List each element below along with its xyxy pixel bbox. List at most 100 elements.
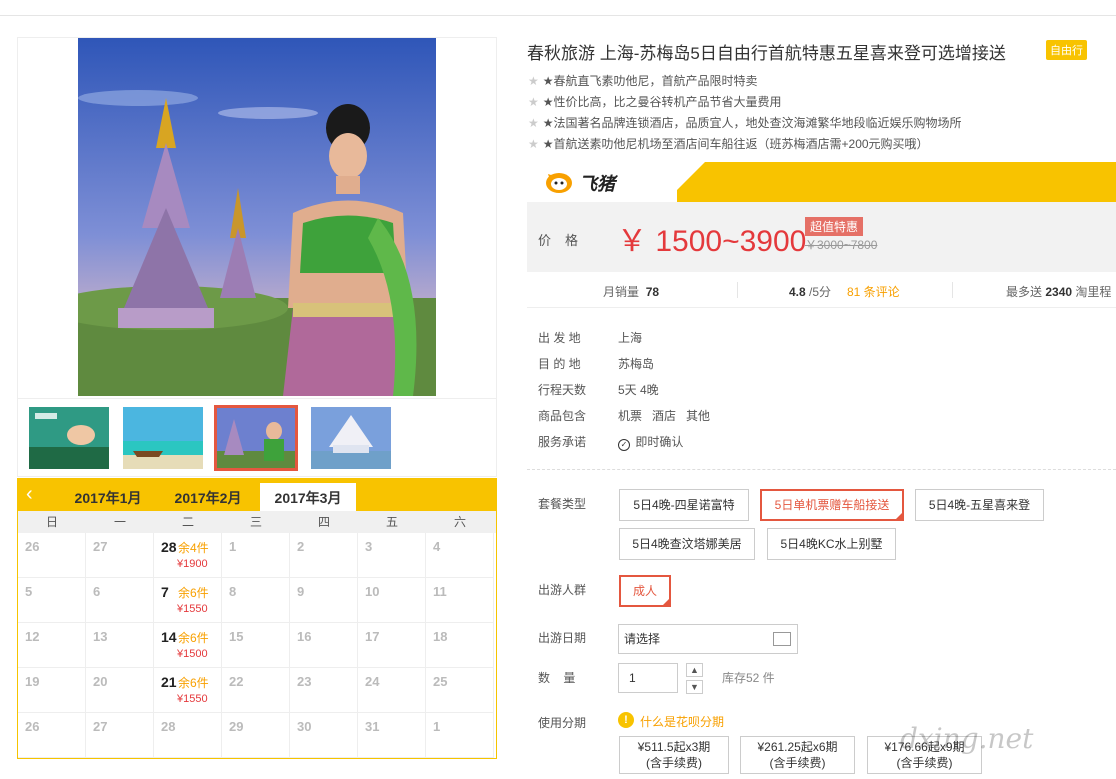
reviews-link[interactable]: 81 条评论 [847, 283, 900, 300]
calendar-day: 8 [222, 578, 290, 623]
day-number: 7 [161, 584, 169, 600]
date-input[interactable]: 请选择 [618, 624, 798, 654]
quantity-increase-icon[interactable]: ▲ [686, 663, 703, 677]
calendar-day: 3 [358, 533, 426, 578]
calendar-day: 6 [86, 578, 154, 623]
calendar-day: 29 [222, 713, 290, 758]
help-icon[interactable]: ! [618, 712, 634, 728]
calendar-tab-jan[interactable]: 2017年1月 [60, 483, 156, 511]
day-number: 4 [433, 539, 441, 554]
package-option-1[interactable]: 5日4晚-四星诺富特 [619, 489, 749, 521]
calendar-day: 26 [18, 533, 86, 578]
calendar-prev-icon[interactable]: ‹ [26, 482, 46, 506]
price-range: ￥ 1500~3900 [617, 225, 807, 258]
calendar-day: 9 [290, 578, 358, 623]
product-title: 春秋旅游 上海-苏梅岛5日自由行首航特惠五星喜来登可选增接送 [527, 44, 1006, 63]
day-price: ¥1900 [177, 558, 208, 570]
calendar-day-available[interactable]: 21 余6件 ¥1550 [154, 668, 222, 713]
star-icon: ★ [528, 95, 539, 109]
calendar-day: 18 [426, 623, 494, 668]
package-option-2-selected[interactable]: 5日单机票赠车船接送 [760, 489, 904, 521]
calendar-tab-mar[interactable]: 2017年3月 [260, 483, 356, 511]
day-price: ¥1500 [177, 648, 208, 660]
info-label-duration: 行程天数 [538, 383, 587, 397]
weekday-label: 三 [249, 515, 262, 529]
day-number: 13 [93, 629, 108, 644]
calendar-day: 25 [426, 668, 494, 713]
info-value-includes: 机票 酒店 其他 [618, 409, 711, 423]
rating: 4.8 /5分 [789, 285, 832, 299]
info-label-service: 服务承诺 [538, 435, 587, 449]
day-number: 28 [161, 719, 176, 734]
feature-3: ★ ★法国著名品牌连锁酒店，品质宜人，地处查汶海滩繁华地段临近娱乐购物场所 [528, 116, 962, 130]
day-price: ¥1550 [177, 693, 208, 705]
day-number: 1 [229, 539, 237, 554]
calendar-header: ‹ 2017年1月 2017年2月 2017年3月 [18, 479, 496, 511]
calendar-day-available[interactable]: 14 余6件 ¥1500 [154, 623, 222, 668]
info-value-destination: 苏梅岛 [618, 357, 655, 371]
calendar-day: 11 [426, 578, 494, 623]
product-type-badge: 自由行 [1046, 40, 1087, 60]
calendar-day: 24 [358, 668, 426, 713]
day-number: 2 [297, 539, 305, 554]
star-icon: ★ [528, 74, 539, 88]
feature-4: ★ ★首航送素叻他尼机场至酒店间车船往返（班苏梅酒店需+200元购买哦） [528, 137, 929, 151]
day-number: 28 [161, 539, 177, 555]
weekday-label: 六 [453, 515, 466, 529]
installment-option-3[interactable]: ¥511.5起x3期 (含手续费) [619, 736, 729, 774]
day-number: 8 [229, 584, 237, 599]
star-icon: ★ [528, 116, 539, 130]
calendar-day-available[interactable]: 28 余4件 ¥1900 [154, 533, 222, 578]
day-number: 12 [25, 629, 40, 644]
thumbnail-1[interactable] [29, 407, 109, 469]
package-option-5[interactable]: 5日4晚KC水上别墅 [767, 528, 896, 560]
package-option-4[interactable]: 5日4晚查汶塔娜美居 [619, 528, 755, 560]
calendar-day: 4 [426, 533, 494, 578]
day-number: 15 [229, 629, 244, 644]
day-number: 27 [93, 539, 108, 554]
day-number: 20 [93, 674, 108, 689]
calendar-grid: 26 27 28 余4件 ¥1900 1 2 3 4 5 6 7 余6件 ¥1550 8 9 10 11 12 13 1… [18, 533, 496, 758]
calendar-icon[interactable] [773, 632, 791, 646]
thumbnail-2[interactable] [123, 407, 203, 469]
day-number: 21 [161, 674, 177, 690]
installment-help-link[interactable]: 什么是花呗分期 [640, 713, 724, 730]
quantity-input[interactable]: 1 [618, 663, 678, 693]
day-number: 3 [365, 539, 373, 554]
weekday-label: 一 [113, 515, 126, 529]
calendar-day: 20 [86, 668, 154, 713]
day-number: 17 [365, 629, 380, 644]
package-label: 套餐类型 [538, 497, 587, 511]
calendar-day: 12 [18, 623, 86, 668]
day-number: 1 [433, 719, 441, 734]
weekday-label: 日 [45, 515, 58, 529]
date-label: 出游日期 [538, 631, 587, 645]
package-option-3[interactable]: 5日4晚-五星喜来登 [915, 489, 1044, 521]
calendar-day-available[interactable]: 7 余6件 ¥1550 [154, 578, 222, 623]
day-number: 19 [25, 674, 40, 689]
day-number: 9 [297, 584, 305, 599]
info-value-origin: 上海 [618, 331, 643, 345]
day-number: 10 [365, 584, 380, 599]
calendar-day: 28 [154, 713, 222, 758]
day-number: 30 [297, 719, 312, 734]
day-number: 16 [297, 629, 312, 644]
day-number: 23 [297, 674, 312, 689]
section-divider [527, 469, 1116, 470]
group-option-adult-selected[interactable]: 成人 [619, 575, 671, 607]
quantity-decrease-icon[interactable]: ▼ [686, 680, 703, 694]
installment-option-6[interactable]: ¥261.25起x6期 (含手续费) [740, 736, 855, 774]
feature-2: ★ ★性价比高，比之曼谷转机产品节省大量费用 [528, 95, 782, 109]
calendar-tab-feb[interactable]: 2017年2月 [160, 483, 256, 511]
stats-row: 月销量 78 4.8 /5分 81 条评论 最多送 2340 淘里程 [527, 280, 1116, 300]
stats-divider [527, 307, 1116, 308]
thumbnail-4[interactable] [311, 407, 391, 469]
price-calendar: ‹ 2017年1月 2017年2月 2017年3月 日一二三四五六 26 27 28… [17, 478, 497, 759]
brand-bar: 飞猪 [527, 162, 1116, 202]
weekday-label: 四 [317, 515, 330, 529]
thumbnail-3-selected[interactable] [214, 405, 298, 471]
stock-text: 库存52 件 [722, 671, 775, 685]
day-stock: 余4件 [178, 541, 209, 555]
group-label: 出游人群 [538, 583, 587, 597]
day-stock: 余6件 [178, 631, 209, 645]
